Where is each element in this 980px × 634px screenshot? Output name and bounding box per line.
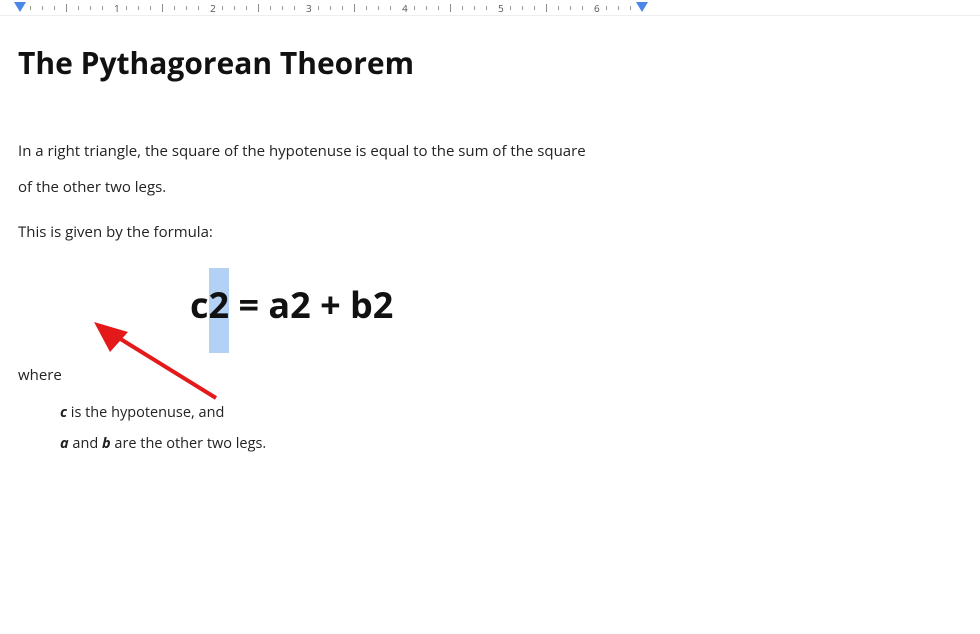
definition-ab[interactable]: a and b are the other two legs.: [60, 428, 962, 460]
ruler-scale: 1 2 3 4 5 6: [18, 0, 980, 15]
document-page[interactable]: The Pythagorean Theorem In a right trian…: [0, 16, 980, 460]
ruler-label-1: 1: [114, 1, 120, 15]
var-b: b: [102, 434, 111, 453]
formula-c: c: [190, 280, 209, 329]
formula-rest: = a2 + b2: [229, 280, 393, 329]
formula-lead-in[interactable]: This is given by the formula:: [18, 221, 962, 244]
var-c: c: [60, 403, 67, 422]
intro-paragraph[interactable]: In a right triangle, the square of the h…: [18, 133, 962, 205]
arrow-annotation-icon: [88, 316, 228, 406]
text-selection[interactable]: 2: [209, 268, 230, 353]
def-ab-text: are the other two legs.: [111, 434, 267, 453]
formula-text[interactable]: c2 = a2 + b2: [190, 280, 393, 329]
intro-line-2: of the other two legs.: [18, 177, 166, 197]
ruler-label-6: 6: [594, 1, 600, 15]
horizontal-ruler[interactable]: 1 2 3 4 5 6: [0, 0, 980, 16]
var-a: a: [60, 434, 69, 453]
definition-c[interactable]: c is the hypotenuse, and: [60, 397, 962, 429]
ruler-label-4: 4: [402, 1, 408, 15]
def-c-text: is the hypotenuse, and: [67, 403, 224, 422]
def-mid-text: and: [69, 434, 102, 453]
right-margin-marker-icon[interactable]: [636, 2, 648, 12]
definition-list[interactable]: c is the hypotenuse, and a and b are the…: [18, 397, 962, 461]
where-label[interactable]: where: [18, 365, 962, 385]
ruler-label-5: 5: [498, 1, 504, 15]
page-title[interactable]: The Pythagorean Theorem: [18, 42, 962, 83]
intro-line-1: In a right triangle, the square of the h…: [18, 141, 586, 161]
formula-block[interactable]: c2 = a2 + b2: [18, 280, 962, 329]
ruler-label-3: 3: [306, 1, 312, 15]
ruler-label-2: 2: [210, 1, 216, 15]
